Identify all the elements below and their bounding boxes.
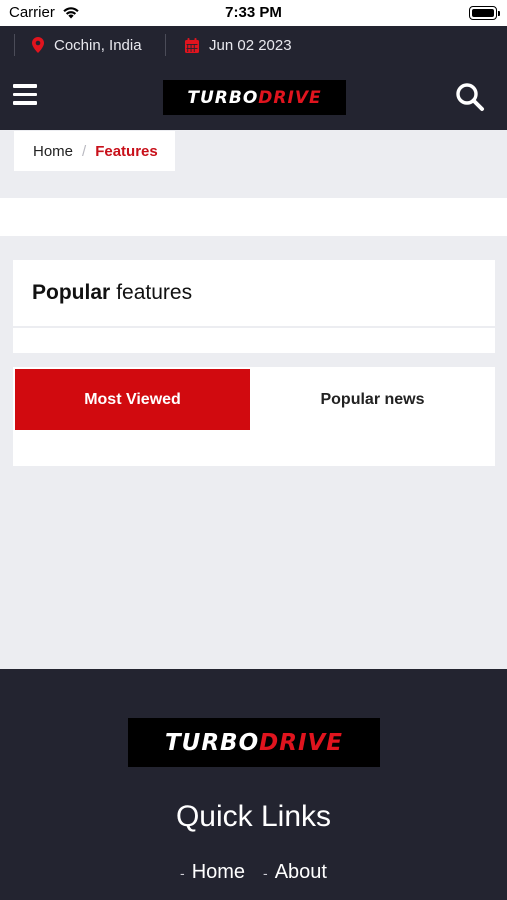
divider <box>14 34 15 56</box>
quick-link-home[interactable]: - Home <box>180 861 245 884</box>
bullet-dash: - <box>263 865 268 881</box>
breadcrumb-home-link[interactable]: Home <box>33 143 73 160</box>
search-icon[interactable] <box>455 82 485 112</box>
hamburger-menu-icon[interactable] <box>13 84 37 106</box>
logo-text-turbo: TURBO <box>187 87 259 108</box>
breadcrumb-current: Features <box>95 142 158 160</box>
calendar-icon <box>185 37 199 53</box>
site-footer: TURBO DRIVE Quick Links - Home - About <box>0 669 507 900</box>
logo-text-drive: DRIVE <box>259 729 344 756</box>
info-bar: Cochin, India Jun 02 2023 <box>0 26 507 64</box>
logo-text-turbo: TURBO <box>164 729 260 756</box>
section-heading-rest: features <box>116 281 193 304</box>
location-text: Cochin, India <box>54 36 142 54</box>
divider <box>165 34 166 56</box>
bullet-dash: - <box>180 865 185 881</box>
quick-link-label: About <box>274 861 327 883</box>
site-header: TURBO DRIVE <box>0 64 507 130</box>
quick-link-label: Home <box>191 861 246 883</box>
breadcrumb-separator: / <box>82 142 87 160</box>
quick-links-title: Quick Links <box>175 800 332 833</box>
news-tabs: Most Viewed Popular news <box>13 367 495 466</box>
section-heading: Popular features <box>13 260 495 326</box>
footer-logo[interactable]: TURBO DRIVE <box>128 718 380 767</box>
tab-popular-news[interactable]: Popular news <box>254 369 491 430</box>
tab-most-viewed[interactable]: Most Viewed <box>15 369 250 430</box>
battery-icon <box>469 6 500 20</box>
breadcrumb: Home / Features <box>14 131 175 171</box>
logo-text-drive: DRIVE <box>258 87 322 108</box>
clock: 7:33 PM <box>225 4 282 21</box>
features-list-area <box>13 328 495 353</box>
map-pin-icon <box>32 37 44 53</box>
quick-links: - Home - About <box>0 861 507 884</box>
location-info: Cochin, India <box>32 26 142 64</box>
quick-link-about[interactable]: - About <box>263 861 327 884</box>
status-bar: Carrier 7:33 PM <box>0 0 507 26</box>
date-text: Jun 02 2023 <box>209 36 292 54</box>
site-logo[interactable]: TURBO DRIVE <box>163 80 346 115</box>
content-strip <box>0 198 507 236</box>
section-heading-bold: Popular <box>32 281 111 304</box>
date-info: Jun 02 2023 <box>185 26 292 64</box>
